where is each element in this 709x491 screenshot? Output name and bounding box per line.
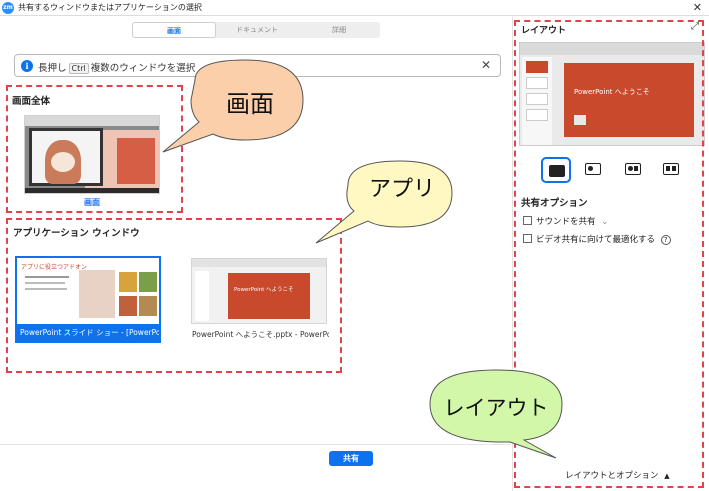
screen-item-label: 画面 xyxy=(84,198,100,207)
screen-section-heading: 画面全体 xyxy=(12,96,51,107)
close-icon[interactable]: ✕ xyxy=(693,0,702,16)
ppt-welcome-text: PowerPoint へようこそ xyxy=(234,287,294,293)
app-window-powerpoint[interactable]: PowerPoint へようこそ PowerPoint へようこそ.pptx -… xyxy=(189,256,329,343)
tab-document[interactable]: ドキュメント xyxy=(216,22,298,38)
screen-thumbnail[interactable] xyxy=(24,115,160,194)
callout-app: アプリ xyxy=(312,155,482,255)
title-bar: zm 共有するウィンドウまたはアプリケーションの選択 ✕ xyxy=(0,0,709,16)
window-title: 共有するウィンドウまたはアプリケーションの選択 xyxy=(18,3,202,12)
info-icon: i xyxy=(21,60,33,72)
share-button[interactable]: 共有 xyxy=(329,451,373,466)
clear-icon[interactable]: ✕ xyxy=(481,58,491,72)
callout-layout: レイアウト xyxy=(428,360,598,460)
callout-screen-text: 画面 xyxy=(226,90,274,118)
ctrl-key-badge: Ctrl xyxy=(68,63,89,74)
callout-layout-text: レイアウト xyxy=(443,396,549,420)
tab-screen[interactable]: 画面 xyxy=(132,22,216,38)
hint-prefix: 長押し xyxy=(38,63,67,74)
tab-advanced[interactable]: 詳細 xyxy=(298,22,380,38)
app-banner-text: アプリに役立つアドオン xyxy=(21,264,88,271)
callout-app-bubble xyxy=(315,160,453,244)
callout-screen: 画面 xyxy=(155,52,345,162)
tab-bar: 画面 ドキュメント 詳細 xyxy=(132,22,380,38)
callout-app-text: アプリ xyxy=(368,177,435,202)
apps-section-heading: アプリケーション ウィンドウ xyxy=(13,228,140,239)
ppt-slide-preview: PowerPoint へようこそ xyxy=(228,273,310,319)
app-window-label: PowerPoint スライド ショー - [PowerPoint ... xyxy=(20,328,159,337)
app-window-label: PowerPoint へようこそ.pptx - PowerPoint xyxy=(189,326,329,343)
app-window-slideshow[interactable]: アプリに役立つアドオン PowerPoint スライド ショー - [Power… xyxy=(15,256,161,343)
zoom-logo-icon: zm xyxy=(2,2,14,14)
